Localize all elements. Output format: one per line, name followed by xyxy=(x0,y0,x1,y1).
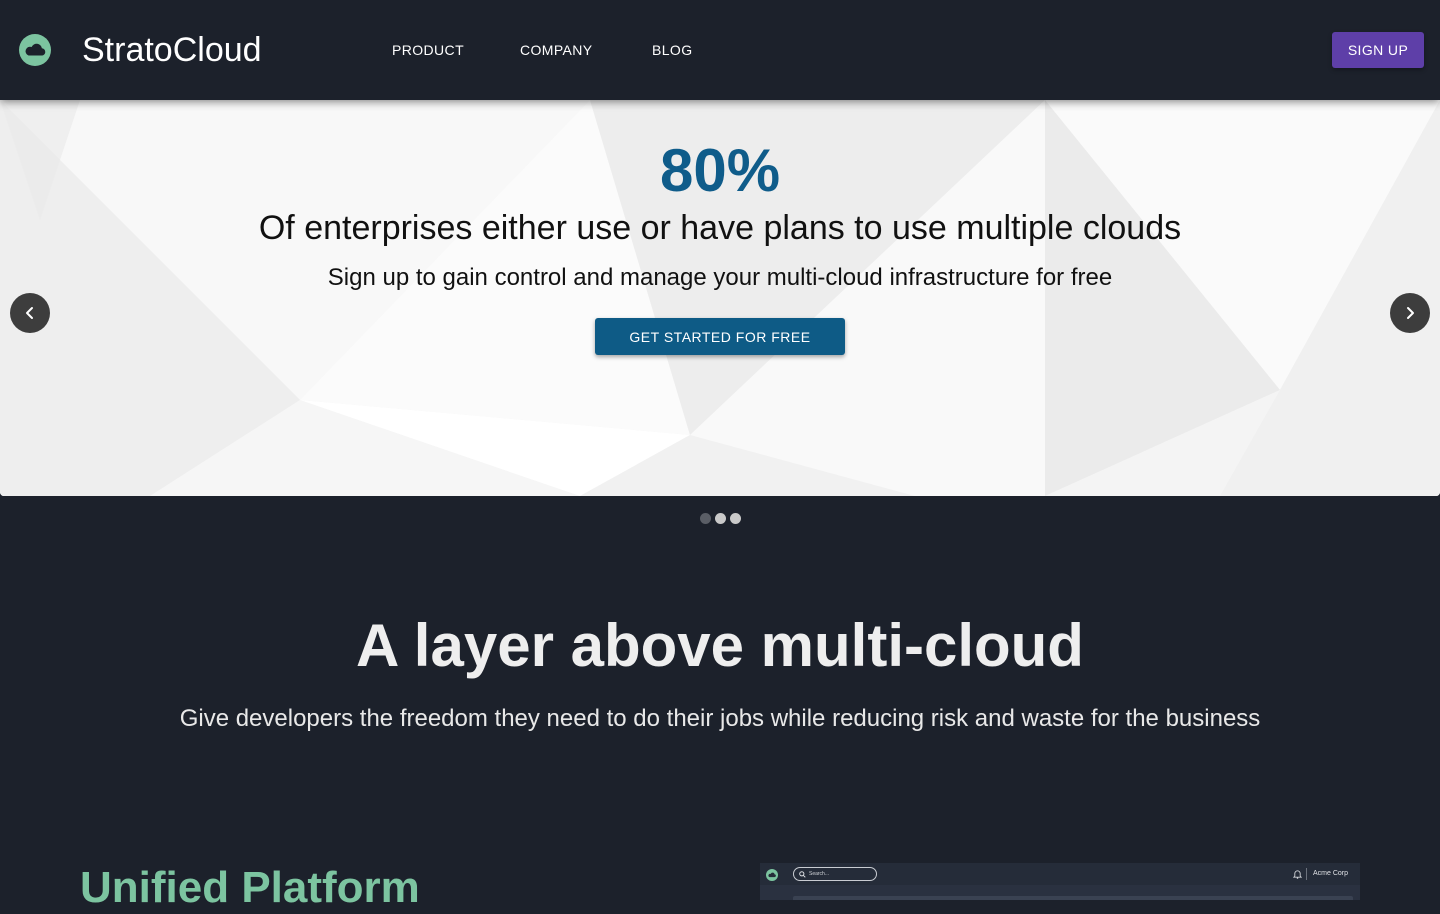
get-started-button[interactable]: GET STARTED FOR FREE xyxy=(595,318,845,355)
preview-content-area xyxy=(793,896,1353,900)
nav-product[interactable]: PRODUCT xyxy=(392,41,464,59)
preview-divider xyxy=(1306,868,1307,880)
carousel-dot-3[interactable] xyxy=(730,513,741,524)
carousel-indicators xyxy=(700,513,742,524)
preview-org-name: Acme Corp xyxy=(1313,870,1349,877)
hero-subtitle: Sign up to gain control and manage your … xyxy=(327,264,1113,291)
cloud-icon[interactable] xyxy=(19,34,51,66)
carousel-prev-button[interactable] xyxy=(10,293,50,333)
carousel-dot-1[interactable] xyxy=(700,513,711,524)
chevron-left-icon xyxy=(26,307,33,319)
section-title: A layer above multi-cloud xyxy=(356,612,1084,679)
hero-carousel: 80% Of enterprises either use or have pl… xyxy=(0,100,1440,496)
search-icon xyxy=(799,870,806,878)
hero-title: Of enterprises either use or have plans … xyxy=(258,209,1182,247)
sign-up-button[interactable]: SIGN UP xyxy=(1332,32,1424,68)
carousel-dot-2[interactable] xyxy=(715,513,726,524)
carousel-next-button[interactable] xyxy=(1390,293,1430,333)
brand-name[interactable]: StratoCloud xyxy=(82,30,262,70)
nav-company[interactable]: COMPANY xyxy=(520,41,593,59)
chevron-right-icon xyxy=(1407,307,1414,319)
app-preview-screenshot: Search... Acme Corp xyxy=(760,863,1360,900)
preview-search-input: Search... xyxy=(793,867,877,881)
feature-title: Unified Platform xyxy=(80,863,420,912)
nav-blog[interactable]: BLOG xyxy=(652,41,693,59)
hero-stat: 80% xyxy=(659,137,781,204)
preview-search-placeholder: Search... xyxy=(809,871,830,877)
cloud-icon xyxy=(766,869,778,881)
bell-icon xyxy=(1293,870,1302,879)
top-navbar: StratoCloud PRODUCT COMPANY BLOG SIGN UP xyxy=(0,0,1440,100)
section-subtitle: Give developers the freedom they need to… xyxy=(179,705,1261,732)
